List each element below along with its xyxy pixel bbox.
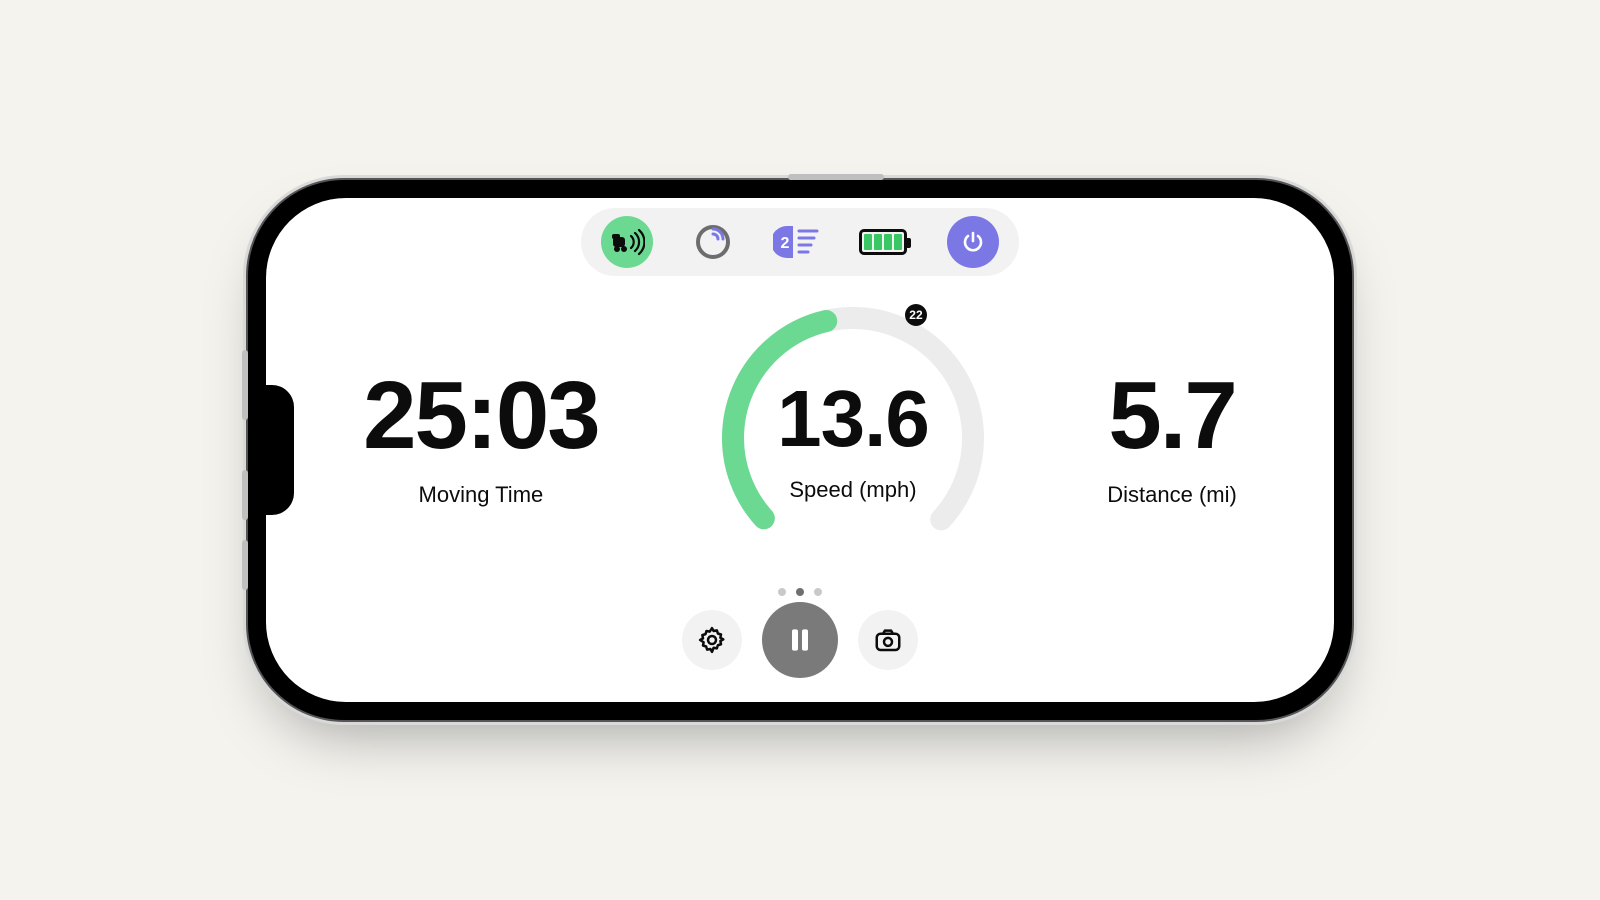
pause-icon — [784, 624, 816, 656]
radar-icon — [601, 216, 653, 268]
speed-gauge[interactable]: 22 13.6 Speed (mph) — [713, 298, 993, 578]
metrics-row: 25:03 Moving Time 22 13.6 Speed (mph) 5.… — [266, 298, 1334, 578]
status-gps[interactable] — [693, 222, 733, 262]
screen: 2 — [266, 198, 1334, 702]
page-dot[interactable] — [796, 588, 804, 596]
moving-time-label: Moving Time — [363, 482, 599, 508]
moving-time-value: 25:03 — [363, 368, 599, 464]
camera-icon — [873, 625, 903, 655]
phone-button-side — [242, 540, 248, 590]
status-bar: 2 — [581, 208, 1019, 276]
phone-button-top — [788, 174, 884, 180]
page-dot[interactable] — [814, 588, 822, 596]
gps-loading-icon — [693, 222, 733, 262]
speed-label: Speed (mph) — [789, 477, 916, 503]
status-radar[interactable] — [601, 216, 653, 268]
sensor-count-value: 2 — [781, 235, 790, 252]
status-sensors[interactable]: 2 — [773, 224, 819, 260]
bottom-controls — [682, 602, 918, 678]
settings-button[interactable] — [682, 610, 742, 670]
pause-button[interactable] — [762, 602, 838, 678]
sensor-count-icon: 2 — [773, 224, 819, 260]
phone-frame: 2 — [248, 180, 1352, 720]
distance-label: Distance (mi) — [1107, 482, 1237, 508]
power-icon — [947, 216, 999, 268]
camera-button[interactable] — [858, 610, 918, 670]
metric-distance[interactable]: 5.7 Distance (mi) — [1107, 368, 1237, 508]
page-dot[interactable] — [778, 588, 786, 596]
page-indicator[interactable] — [778, 588, 822, 596]
status-power[interactable] — [947, 216, 999, 268]
gear-icon — [697, 625, 727, 655]
metric-moving-time[interactable]: 25:03 Moving Time — [363, 368, 599, 508]
phone-button-side — [242, 350, 248, 420]
phone-button-side — [242, 470, 248, 520]
speed-value: 13.6 — [777, 373, 929, 465]
distance-value: 5.7 — [1107, 368, 1237, 464]
